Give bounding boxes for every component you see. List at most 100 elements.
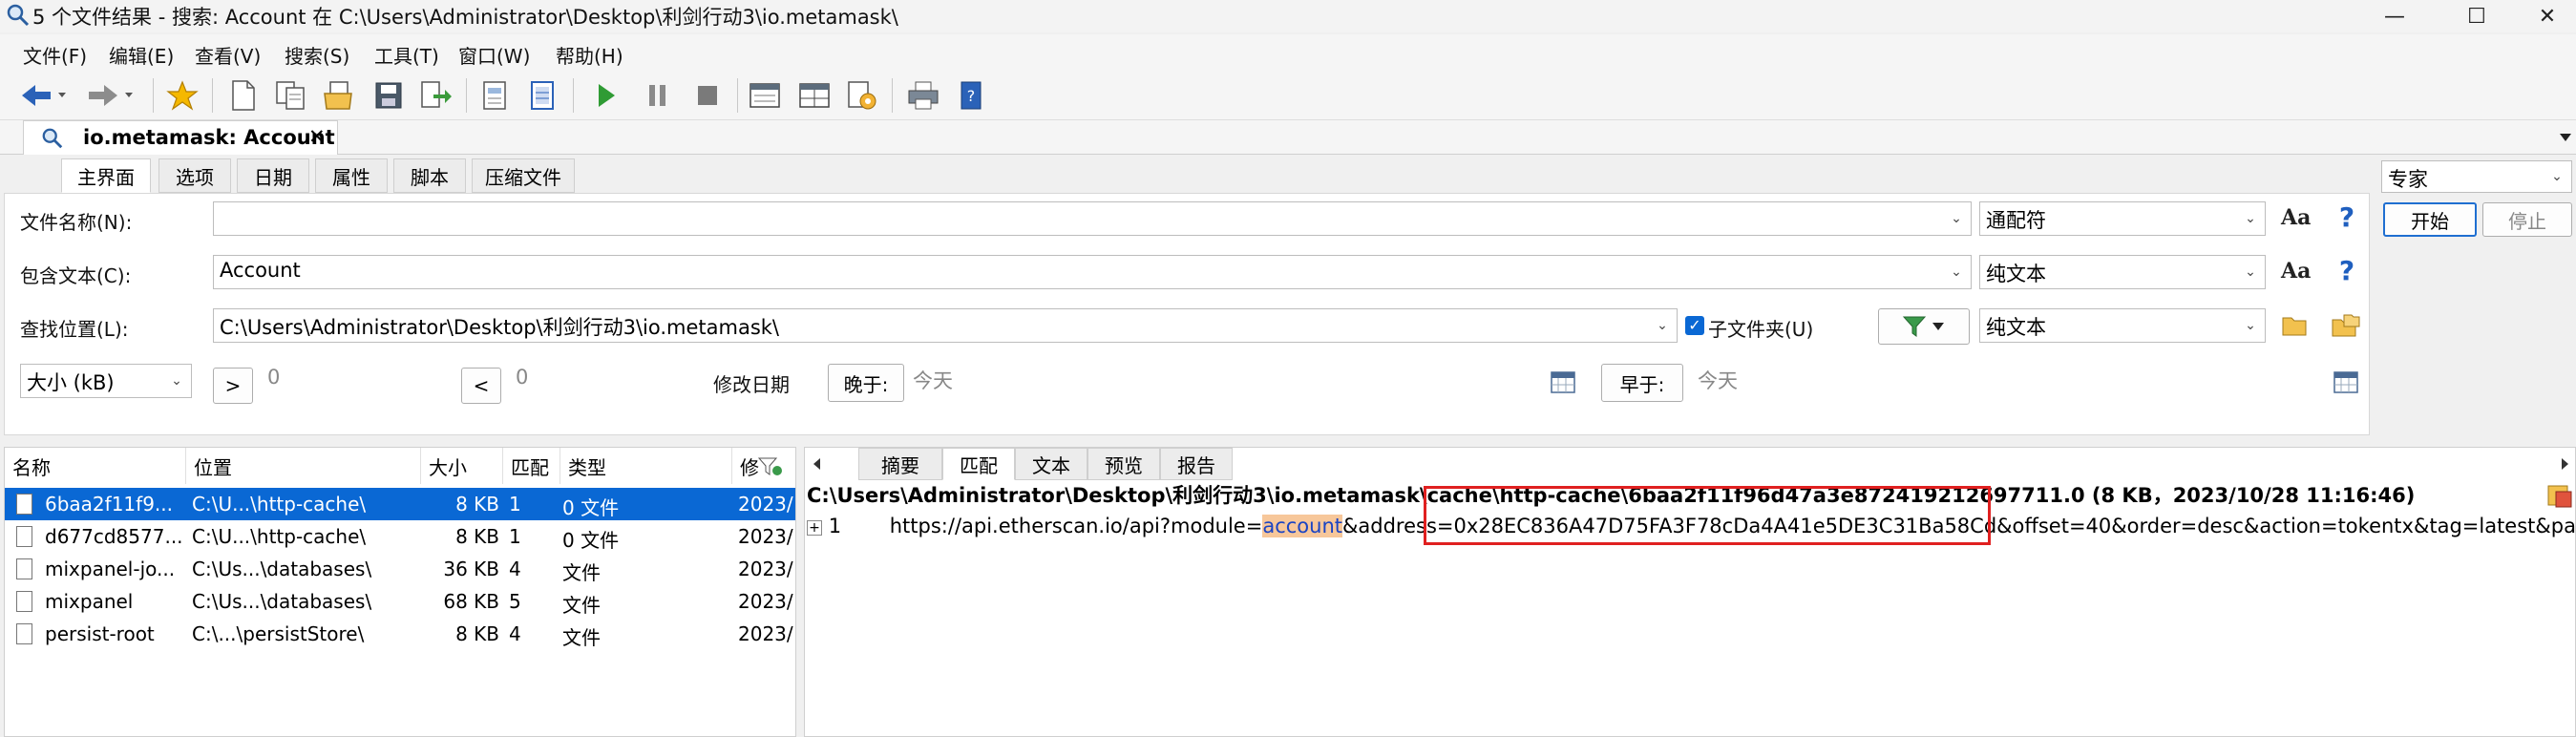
tab-attributes[interactable]: 属性 (315, 158, 388, 193)
menu-search[interactable]: 搜索(S) (285, 41, 349, 69)
tab-script[interactable]: 脚本 (393, 158, 466, 193)
new-document-icon[interactable] (225, 78, 262, 113)
minimize-button[interactable]: — (2366, 0, 2423, 32)
browse-folders-icon[interactable] (2331, 312, 2361, 339)
start-button[interactable]: 开始 (2383, 202, 2477, 237)
layout-split-icon[interactable] (796, 78, 833, 113)
search-panel: 主界面 选项 日期 属性 脚本 压缩文件 文件名称(N): ⌄ 通配符 ⌄ Aa … (0, 155, 2576, 439)
calendar-icon[interactable] (1550, 369, 1576, 394)
later-than-button[interactable]: 晚于: (828, 364, 904, 402)
table-row[interactable]: mixpanel C:\Us...\databases\ 68 KB 5 文件 … (5, 585, 795, 618)
subfolder-checkbox[interactable]: ✓ (1685, 316, 1704, 335)
help-icon[interactable]: ? (2333, 257, 2361, 285)
menu-edit[interactable]: 编辑(E) (109, 41, 174, 69)
stop-icon[interactable] (689, 78, 726, 113)
chevron-down-icon[interactable]: ⌄ (2236, 256, 2265, 288)
search-mode-select[interactable]: 专家 ⌄ (2381, 160, 2572, 193)
help-icon[interactable]: ? (2333, 203, 2361, 232)
column-header-size[interactable]: 大小 (421, 448, 503, 484)
filename-mode-select[interactable]: 通配符 ⌄ (1979, 201, 2266, 236)
chevron-down-icon[interactable]: ⌄ (2543, 161, 2571, 192)
filename-input[interactable]: ⌄ (213, 201, 1972, 236)
maximize-button[interactable]: ☐ (2448, 0, 2505, 32)
tab-close-icon[interactable]: ✕ (308, 125, 326, 148)
chevron-down-icon[interactable]: ⌄ (162, 365, 191, 397)
save-icon[interactable] (370, 78, 407, 113)
menu-file[interactable]: 文件(F) (23, 41, 87, 69)
pause-icon[interactable] (640, 78, 676, 113)
match-case-icon[interactable]: Aa (2281, 259, 2311, 284)
tab-options[interactable]: 选项 (158, 158, 231, 193)
tab-preview[interactable]: 预览 (1087, 448, 1160, 480)
tab-date[interactable]: 日期 (237, 158, 309, 193)
greater-than-button[interactable]: > (213, 368, 253, 404)
location-mode-select[interactable]: 纯文本 ⌄ (1979, 308, 2266, 343)
menu-view[interactable]: 查看(V) (195, 41, 261, 69)
tab-label: io.metamask: Account (83, 126, 335, 149)
menu-help[interactable]: 帮助(H) (556, 41, 623, 69)
scroll-left-icon[interactable] (811, 457, 824, 471)
settings-document-icon[interactable] (844, 78, 880, 113)
max-size-input[interactable]: 0 (509, 362, 700, 396)
search-icon (42, 128, 63, 149)
back-icon[interactable] (15, 78, 71, 113)
table-row[interactable]: persist-root C:\...\persistStore\ 8 KB 4… (5, 618, 795, 650)
tab-list-dropdown-icon[interactable] (2559, 132, 2572, 143)
open-file-icon[interactable] (2546, 484, 2573, 509)
table-row[interactable]: mixpanel-jo... C:\Us...\databases\ 36 KB… (5, 553, 795, 585)
earlier-than-button[interactable]: 早于: (1601, 364, 1683, 402)
tab-io-metamask-account[interactable]: io.metamask: Account ✕ (23, 120, 338, 155)
filename-label: 文件名称(N): (20, 211, 133, 234)
copy-documents-icon[interactable] (273, 78, 309, 113)
help-book-icon[interactable]: ? (953, 78, 989, 113)
tab-text[interactable]: 文本 (1015, 448, 1087, 480)
layout-panel-icon[interactable] (747, 78, 783, 113)
location-input[interactable]: C:\Users\Administrator\Desktop\利剑行动3\io.… (213, 308, 1678, 343)
table-row[interactable]: d677cd8577... C:\U...\http-cache\ 8 KB 1… (5, 520, 795, 553)
column-header-matches[interactable]: 匹配 (503, 448, 560, 484)
menu-window[interactable]: 窗口(W) (458, 41, 530, 69)
earlier-date-input[interactable]: 今天 (1691, 362, 2321, 396)
tab-summary[interactable]: 摘要 (858, 448, 942, 480)
menu-tools[interactable]: 工具(T) (374, 41, 439, 69)
content-mode-select[interactable]: 纯文本 ⌄ (1979, 255, 2266, 289)
column-filter-icon[interactable] (757, 455, 784, 478)
address-annotation-box (1424, 486, 1991, 545)
less-than-button[interactable]: < (461, 368, 501, 404)
column-header-location[interactable]: 位置 (186, 448, 421, 484)
tab-archives[interactable]: 压缩文件 (472, 158, 575, 193)
tab-report[interactable]: 报告 (1160, 448, 1233, 480)
size-unit-select[interactable]: 大小 (kB) ⌄ (20, 364, 192, 398)
export-icon[interactable] (418, 78, 454, 113)
match-case-icon[interactable]: Aa (2281, 205, 2311, 230)
content-input[interactable]: Account ⌄ (213, 255, 1972, 289)
printer-icon[interactable] (905, 78, 941, 113)
scroll-right-icon[interactable] (2558, 457, 2571, 471)
chevron-down-icon[interactable]: ⌄ (1648, 309, 1677, 342)
later-date-input[interactable]: 今天 (906, 362, 1536, 396)
favorite-star-icon[interactable] (164, 78, 201, 113)
chevron-down-icon[interactable]: ⌄ (2236, 202, 2265, 235)
min-size-input[interactable]: 0 (261, 362, 452, 396)
filter-button[interactable] (1878, 308, 1970, 345)
column-header-type[interactable]: 类型 (560, 448, 732, 484)
tab-matches[interactable]: 匹配 (942, 448, 1015, 480)
calendar-icon[interactable] (2333, 369, 2359, 394)
open-folder-document-icon[interactable] (321, 78, 357, 113)
forward-icon[interactable] (82, 78, 137, 113)
report-document-icon[interactable] (477, 78, 514, 113)
chevron-down-icon[interactable]: ⌄ (1942, 256, 1971, 288)
results-list: 名称 位置 大小 匹配 类型 修 6baa2f11f9... C:\U...\h… (4, 447, 796, 737)
close-button[interactable]: ✕ (2519, 0, 2576, 32)
chevron-down-icon[interactable]: ⌄ (2236, 309, 2265, 342)
open-folder-icon[interactable] (2281, 312, 2310, 339)
table-row[interactable]: 6baa2f11f9... C:\U...\http-cache\ 8 KB 1… (5, 488, 795, 520)
stop-button[interactable]: 停止 (2482, 202, 2572, 237)
column-header-name[interactable]: 名称 (5, 448, 186, 484)
location-label: 查找位置(L): (20, 318, 129, 341)
chevron-down-icon[interactable]: ⌄ (1942, 202, 1971, 235)
start-play-icon[interactable] (588, 78, 624, 113)
grid-document-icon[interactable] (525, 78, 561, 113)
expand-icon[interactable]: + (807, 520, 822, 536)
tab-main[interactable]: 主界面 (61, 158, 151, 193)
